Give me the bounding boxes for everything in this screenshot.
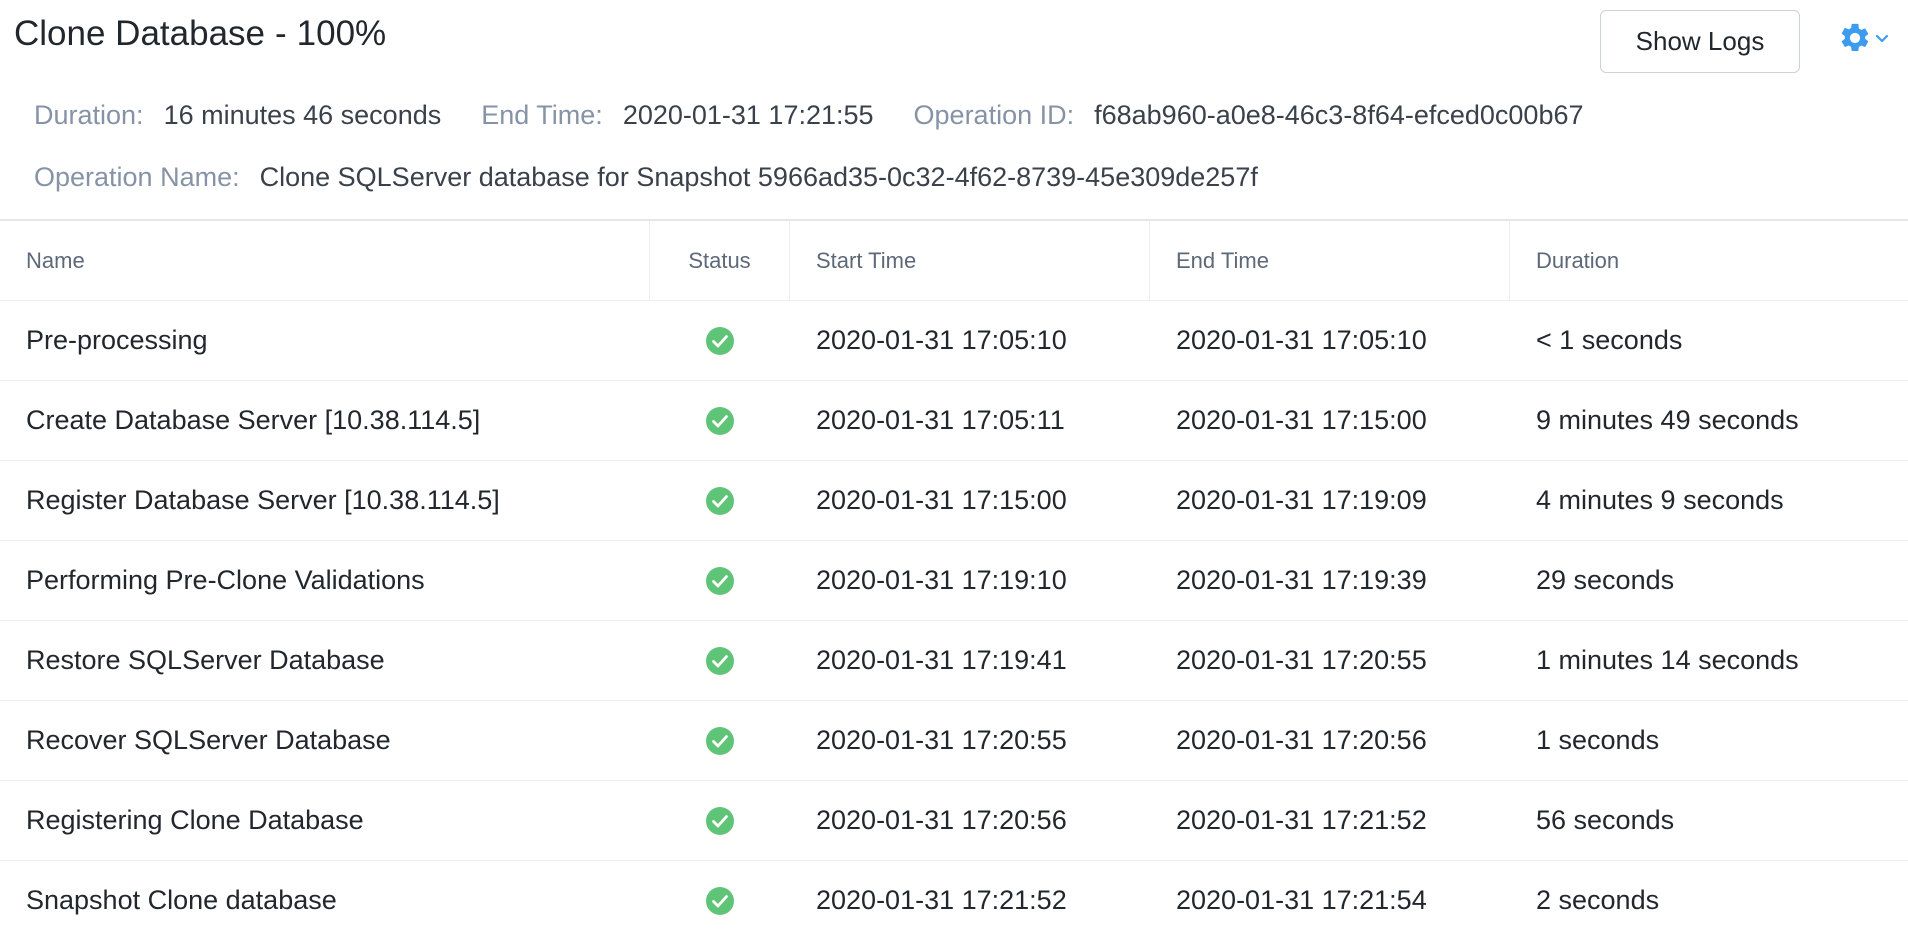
chevron-down-icon bbox=[1875, 34, 1889, 43]
step-name: Pre-processing bbox=[26, 325, 208, 355]
step-start-time: 2020-01-31 17:20:56 bbox=[816, 805, 1067, 835]
step-duration: 56 seconds bbox=[1536, 805, 1675, 835]
operation-id-value: f68ab960-a0e8-46c3-8f64-efced0c00b67 bbox=[1094, 100, 1584, 130]
step-duration: < 1 seconds bbox=[1536, 325, 1683, 355]
check-circle-icon bbox=[706, 326, 734, 355]
table-header: Name Status Start Time End Time Duration bbox=[0, 221, 1908, 301]
step-status bbox=[650, 301, 790, 380]
table-row[interactable]: Create Database Server [10.38.114.5] 2020… bbox=[0, 381, 1908, 461]
column-header-name[interactable]: Name bbox=[0, 221, 650, 300]
step-name: Registering Clone Database bbox=[26, 805, 364, 835]
gear-icon bbox=[1841, 23, 1869, 52]
steps-table: Name Status Start Time End Time Duration… bbox=[0, 219, 1908, 934]
step-start-time: 2020-01-31 17:20:55 bbox=[816, 725, 1067, 755]
check-circle-icon bbox=[706, 566, 734, 595]
end-time-label: End Time: bbox=[481, 100, 603, 130]
check-circle-icon bbox=[706, 726, 734, 755]
step-status bbox=[650, 621, 790, 700]
step-duration: 2 seconds bbox=[1536, 885, 1660, 915]
step-end-time: 2020-01-31 17:21:54 bbox=[1176, 885, 1427, 915]
step-duration: 9 minutes 49 seconds bbox=[1536, 405, 1799, 435]
check-circle-icon bbox=[706, 486, 734, 515]
step-duration: 1 minutes 14 seconds bbox=[1536, 645, 1799, 675]
step-name: Performing Pre-Clone Validations bbox=[26, 565, 425, 595]
step-end-time: 2020-01-31 17:21:52 bbox=[1176, 805, 1427, 835]
operation-summary: Duration: 16 minutes 46 seconds End Time… bbox=[34, 100, 1624, 131]
check-circle-icon bbox=[706, 646, 734, 675]
table-row[interactable]: Performing Pre-Clone Validations 2020-01-… bbox=[0, 541, 1908, 621]
check-circle-icon bbox=[706, 806, 734, 835]
step-status bbox=[650, 701, 790, 780]
check-circle-icon bbox=[706, 406, 734, 435]
operation-name-row: Operation Name: Clone SQLServer database… bbox=[34, 162, 1298, 193]
settings-menu-button[interactable] bbox=[1838, 18, 1892, 58]
step-end-time: 2020-01-31 17:20:56 bbox=[1176, 725, 1427, 755]
step-duration: 29 seconds bbox=[1536, 565, 1675, 595]
duration-value: 16 minutes 46 seconds bbox=[163, 100, 442, 130]
step-start-time: 2020-01-31 17:05:11 bbox=[816, 405, 1065, 435]
step-end-time: 2020-01-31 17:20:55 bbox=[1176, 645, 1427, 675]
step-end-time: 2020-01-31 17:05:10 bbox=[1176, 325, 1427, 355]
column-header-start-time[interactable]: Start Time bbox=[790, 221, 1150, 300]
operation-id-label: Operation ID: bbox=[913, 100, 1075, 130]
step-status bbox=[650, 861, 790, 934]
check-circle-icon bbox=[706, 886, 734, 915]
column-header-duration[interactable]: Duration bbox=[1510, 221, 1908, 300]
step-start-time: 2020-01-31 17:05:10 bbox=[816, 325, 1067, 355]
table-row[interactable]: Restore SQLServer Database 2020-01-31 17:… bbox=[0, 621, 1908, 701]
step-end-time: 2020-01-31 17:15:00 bbox=[1176, 405, 1427, 435]
step-status bbox=[650, 781, 790, 860]
step-start-time: 2020-01-31 17:15:00 bbox=[816, 485, 1067, 515]
show-logs-button[interactable]: Show Logs bbox=[1600, 10, 1800, 73]
table-body: Pre-processing 2020-01-31 17:05:10 2020-01… bbox=[0, 301, 1908, 934]
table-row[interactable]: Registering Clone Database 2020-01-31 17:… bbox=[0, 781, 1908, 861]
end-time-value: 2020-01-31 17:21:55 bbox=[622, 100, 874, 130]
step-end-time: 2020-01-31 17:19:09 bbox=[1176, 485, 1427, 515]
step-duration: 4 minutes 9 seconds bbox=[1536, 485, 1784, 515]
title-separator: - bbox=[275, 14, 287, 53]
page-title: Clone Database -100% bbox=[14, 14, 386, 54]
table-row[interactable]: Pre-processing 2020-01-31 17:05:10 2020-01… bbox=[0, 301, 1908, 381]
step-status bbox=[650, 381, 790, 460]
step-status bbox=[650, 541, 790, 620]
step-name: Register Database Server [10.38.114.5] bbox=[26, 485, 500, 515]
step-status bbox=[650, 461, 790, 540]
column-header-status[interactable]: Status bbox=[650, 221, 790, 300]
step-name: Restore SQLServer Database bbox=[26, 645, 385, 675]
step-end-time: 2020-01-31 17:19:39 bbox=[1176, 565, 1427, 595]
table-row[interactable]: Register Database Server [10.38.114.5] 20… bbox=[0, 461, 1908, 541]
page-title-text: Clone Database bbox=[14, 14, 265, 53]
progress-percent: 100% bbox=[296, 14, 387, 53]
step-start-time: 2020-01-31 17:19:10 bbox=[816, 565, 1067, 595]
table-row[interactable]: Recover SQLServer Database 2020-01-31 17:… bbox=[0, 701, 1908, 781]
step-name: Recover SQLServer Database bbox=[26, 725, 391, 755]
step-name: Snapshot Clone database bbox=[26, 885, 337, 915]
operation-name-value: Clone SQLServer database for Snapshot 59… bbox=[259, 162, 1258, 192]
operation-name-label: Operation Name: bbox=[34, 162, 240, 192]
table-row[interactable]: Snapshot Clone database 2020-01-31 17:21:… bbox=[0, 861, 1908, 934]
operation-header: Clone Database -100% Show Logs Duration: … bbox=[0, 0, 1908, 220]
step-start-time: 2020-01-31 17:19:41 bbox=[816, 645, 1067, 675]
duration-label: Duration: bbox=[34, 100, 144, 130]
step-duration: 1 seconds bbox=[1536, 725, 1660, 755]
step-start-time: 2020-01-31 17:21:52 bbox=[816, 885, 1067, 915]
step-name: Create Database Server [10.38.114.5] bbox=[26, 405, 481, 435]
column-header-end-time[interactable]: End Time bbox=[1150, 221, 1510, 300]
